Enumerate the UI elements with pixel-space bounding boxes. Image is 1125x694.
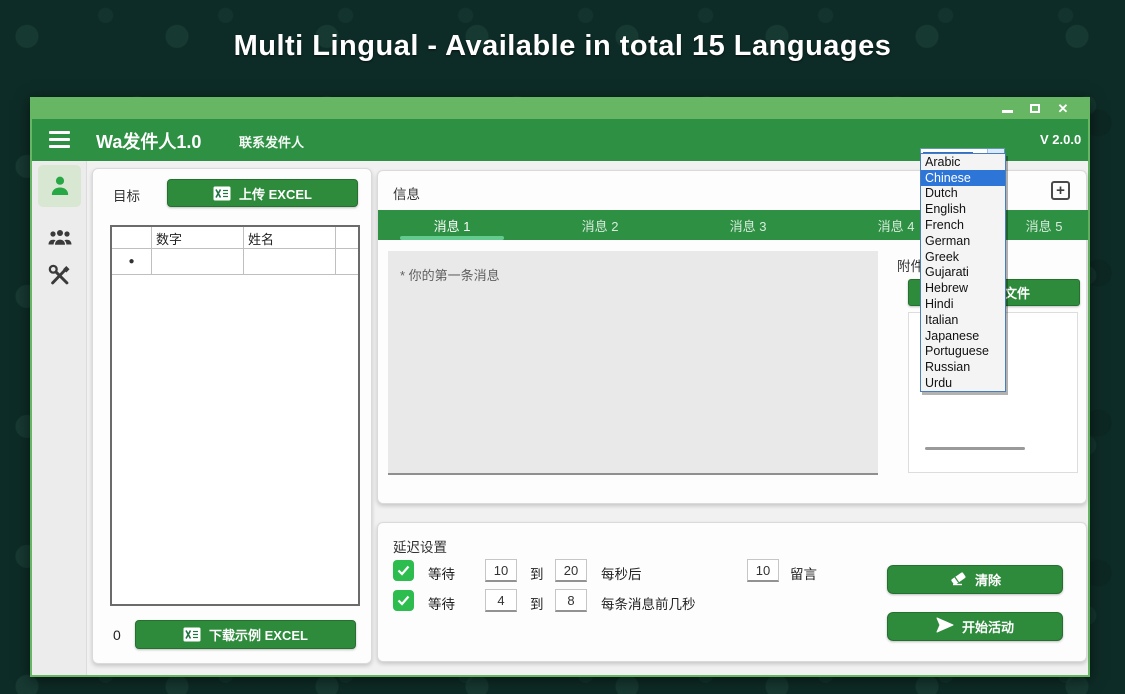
clear-label: 清除 [975, 570, 1001, 589]
close-button[interactable]: ✕ [1056, 101, 1070, 117]
messages-title: 信息 [393, 183, 420, 203]
delay1-from-input[interactable] [485, 559, 517, 582]
to-label: 到 [530, 563, 544, 583]
app-window: ✕ Wa发件人1.0 联系发件人 Chinese V 2.0.0 Arabic … [30, 97, 1090, 677]
targets-title: 目标 [113, 185, 140, 205]
start-campaign-button[interactable]: 开始活动 [887, 612, 1063, 641]
eraser-icon [949, 570, 967, 589]
window-title-bar: ✕ [32, 99, 1088, 119]
sidebar-item-single-sender[interactable] [38, 165, 81, 207]
start-campaign-label: 开始活动 [962, 617, 1014, 636]
minimize-icon [1002, 110, 1013, 113]
check-icon [397, 565, 410, 576]
language-option-chinese[interactable]: Chinese [921, 170, 1005, 186]
messages-label: 留言 [790, 563, 817, 583]
language-option-hebrew[interactable]: Hebrew [921, 280, 1005, 296]
new-row-marker: ● [112, 249, 152, 274]
delay2-to-input[interactable] [555, 589, 587, 612]
wait-label: 等待 [428, 593, 455, 613]
sidebar-rail [32, 161, 87, 675]
delay2-suffix-label: 每条消息前几秒 [601, 593, 696, 613]
to-label: 到 [530, 593, 544, 613]
row-count: 0 [113, 627, 121, 643]
language-option-english[interactable]: English [921, 201, 1005, 217]
sidebar-item-settings[interactable] [38, 254, 81, 296]
window-controls: ✕ [1000, 101, 1070, 117]
clear-button[interactable]: 清除 [887, 565, 1063, 594]
language-option-italian[interactable]: Italian [921, 312, 1005, 328]
targets-panel: 目标 上传 EXCEL 数字 姓名 ● [92, 168, 372, 664]
table-row[interactable]: ● [112, 249, 358, 275]
language-option-hindi[interactable]: Hindi [921, 296, 1005, 312]
cell-name[interactable] [244, 249, 336, 274]
targets-table[interactable]: 数字 姓名 ● [110, 225, 360, 606]
delay-checkbox-1[interactable] [393, 560, 414, 581]
minimize-button[interactable] [1000, 100, 1014, 118]
version-label: V 2.0.0 [1040, 132, 1081, 147]
maximize-icon [1030, 104, 1040, 113]
language-option-german[interactable]: German [921, 233, 1005, 249]
sidebar-item-group-sender[interactable] [38, 217, 81, 259]
app-subtitle: 联系发件人 [239, 132, 304, 151]
upload-excel-button[interactable]: 上传 EXCEL [167, 179, 358, 207]
language-option-urdu[interactable]: Urdu [921, 375, 1005, 391]
targets-table-header: 数字 姓名 [112, 227, 358, 249]
excel-icon [213, 186, 231, 201]
wait-label: 等待 [428, 563, 455, 583]
column-header-number: 数字 [152, 227, 244, 248]
language-option-russian[interactable]: Russian [921, 359, 1005, 375]
people-icon [47, 227, 73, 249]
cell-number[interactable] [152, 249, 244, 274]
upload-excel-label: 上传 EXCEL [239, 184, 312, 203]
excel-icon [183, 627, 201, 642]
delay-title: 延迟设置 [393, 536, 447, 556]
person-icon [48, 174, 72, 198]
delay-panel: 延迟设置 等待 到 每秒后 留言 等待 到 [377, 522, 1087, 662]
add-message-tab-button[interactable]: + [1051, 181, 1070, 200]
language-dropdown-list: Arabic Chinese Dutch English French Germ… [920, 153, 1006, 392]
download-sample-excel-label: 下载示例 EXCEL [209, 625, 308, 644]
language-option-greek[interactable]: Greek [921, 249, 1005, 265]
message-editor[interactable] [388, 251, 878, 475]
menu-button[interactable] [49, 131, 70, 148]
language-option-arabic[interactable]: Arabic [921, 154, 1005, 170]
row-marker-header [112, 227, 152, 248]
tab-message-3[interactable]: 消息 3 [674, 210, 822, 240]
delay1-suffix-label: 每秒后 [601, 563, 642, 583]
app-title: Wa发件人1.0 [96, 128, 201, 154]
check-icon [397, 595, 410, 606]
tools-icon [47, 263, 72, 288]
download-sample-excel-button[interactable]: 下载示例 EXCEL [135, 620, 356, 649]
messages-per-batch-input[interactable] [747, 559, 779, 582]
language-option-portuguese[interactable]: Portuguese [921, 344, 1005, 360]
delay2-from-input[interactable] [485, 589, 517, 612]
language-option-gujarati[interactable]: Gujarati [921, 265, 1005, 281]
maximize-button[interactable] [1028, 100, 1042, 118]
language-option-dutch[interactable]: Dutch [921, 186, 1005, 202]
scrollbar-thumb[interactable] [925, 447, 1025, 450]
tab-message-2[interactable]: 消息 2 [526, 210, 674, 240]
tab-message-1[interactable]: 消息 1 [378, 210, 526, 240]
delay-checkbox-2[interactable] [393, 590, 414, 611]
send-icon [936, 617, 954, 636]
language-option-french[interactable]: French [921, 217, 1005, 233]
page-title: Multi Lingual - Available in total 15 La… [0, 30, 1125, 63]
language-option-japanese[interactable]: Japanese [921, 328, 1005, 344]
column-header-name: 姓名 [244, 227, 336, 248]
delay1-to-input[interactable] [555, 559, 587, 582]
hamburger-icon [49, 131, 70, 134]
